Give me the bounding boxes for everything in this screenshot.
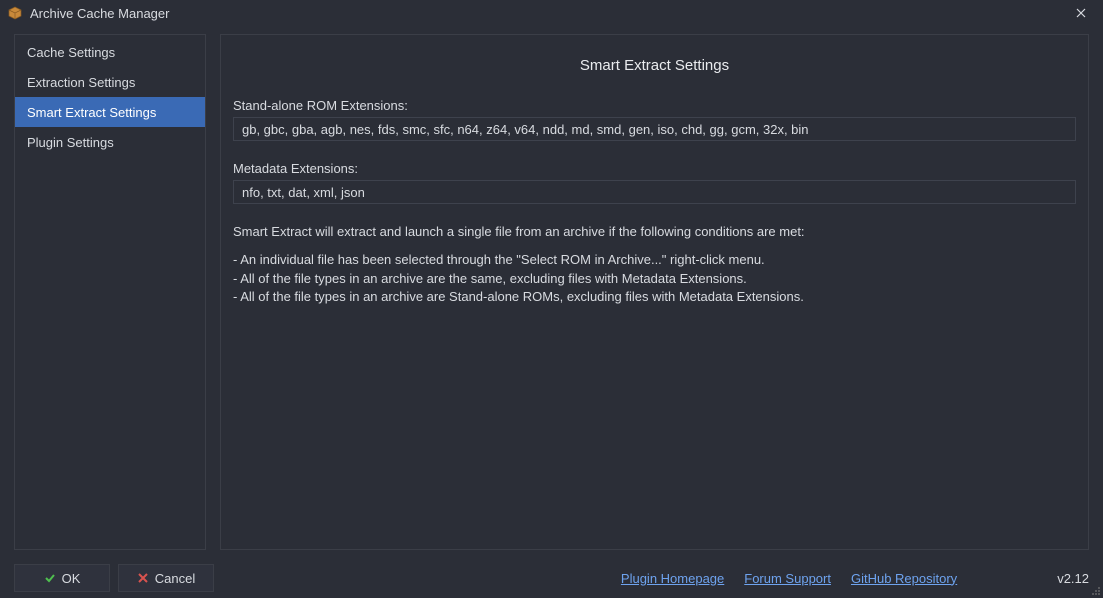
description-bullet-2: - All of the file types in an archive ar…	[233, 271, 1076, 287]
sidebar-item-label: Smart Extract Settings	[27, 105, 156, 120]
rom-extensions-input[interactable]	[233, 117, 1076, 141]
description-text: Smart Extract will extract and launch a …	[233, 224, 1076, 307]
main-area: Cache Settings Extraction Settings Smart…	[14, 26, 1089, 550]
ok-button-label: OK	[62, 571, 81, 586]
sidebar: Cache Settings Extraction Settings Smart…	[14, 34, 206, 550]
sidebar-item-cache-settings[interactable]: Cache Settings	[15, 37, 205, 67]
window-close-button[interactable]	[1058, 0, 1103, 26]
version-label: v2.12	[1057, 571, 1089, 586]
metadata-extensions-input[interactable]	[233, 180, 1076, 204]
sidebar-item-smart-extract-settings[interactable]: Smart Extract Settings	[15, 97, 205, 127]
titlebar: Archive Cache Manager	[0, 0, 1103, 26]
cancel-button[interactable]: Cancel	[118, 564, 214, 592]
description-bullet-1: - An individual file has been selected t…	[233, 252, 1076, 268]
sidebar-item-plugin-settings[interactable]: Plugin Settings	[15, 127, 205, 157]
footer-links: Plugin Homepage Forum Support GitHub Rep…	[621, 571, 1089, 586]
app-icon	[7, 5, 23, 21]
description-intro: Smart Extract will extract and launch a …	[233, 224, 1076, 240]
metadata-extensions-label: Metadata Extensions:	[233, 161, 1076, 176]
metadata-extensions-block: Metadata Extensions:	[233, 161, 1076, 204]
window-title: Archive Cache Manager	[30, 6, 169, 21]
resize-grip[interactable]	[1089, 584, 1101, 596]
cancel-button-label: Cancel	[155, 571, 195, 586]
rom-extensions-label: Stand-alone ROM Extensions:	[233, 98, 1076, 113]
sidebar-item-extraction-settings[interactable]: Extraction Settings	[15, 67, 205, 97]
sidebar-item-label: Cache Settings	[27, 45, 115, 60]
github-repository-link[interactable]: GitHub Repository	[851, 571, 957, 586]
cancel-icon	[137, 572, 149, 584]
description-bullet-3: - All of the file types in an archive ar…	[233, 289, 1076, 305]
page-title: Smart Extract Settings	[233, 35, 1076, 98]
rom-extensions-block: Stand-alone ROM Extensions:	[233, 98, 1076, 141]
footer: OK Cancel Plugin Homepage Forum Support …	[0, 558, 1103, 598]
content-panel: Smart Extract Settings Stand-alone ROM E…	[220, 34, 1089, 550]
ok-button[interactable]: OK	[14, 564, 110, 592]
plugin-homepage-link[interactable]: Plugin Homepage	[621, 571, 724, 586]
sidebar-item-label: Plugin Settings	[27, 135, 114, 150]
sidebar-item-label: Extraction Settings	[27, 75, 135, 90]
close-icon	[1076, 8, 1086, 18]
forum-support-link[interactable]: Forum Support	[744, 571, 831, 586]
check-icon	[44, 572, 56, 584]
